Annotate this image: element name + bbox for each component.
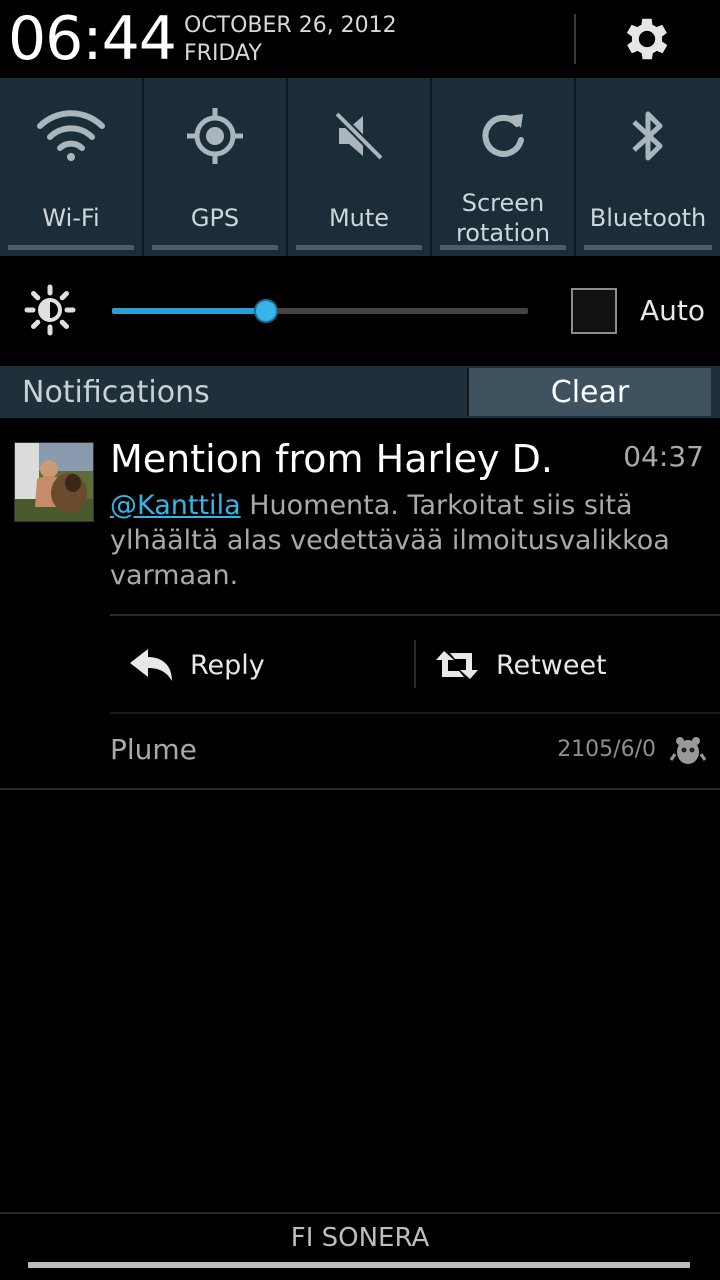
status-header: 06:44 OCTOBER 26, 2012 FRIDAY <box>0 0 720 78</box>
retweet-icon <box>436 651 478 679</box>
reply-label: Reply <box>190 649 265 681</box>
header-divider <box>574 14 576 64</box>
bluetooth-icon <box>632 111 663 161</box>
mention-link[interactable]: @Kanttila <box>110 490 241 521</box>
carrier-label: FI SONERA <box>290 1223 430 1253</box>
bluetooth-label: Bluetooth <box>589 204 707 232</box>
wifi-label: Wi-Fi <box>42 204 100 232</box>
brightness-icon <box>24 284 76 336</box>
avatar <box>14 442 94 522</box>
date-line: OCTOBER 26, 2012 <box>184 13 397 38</box>
avatar-photo <box>15 443 93 521</box>
notifications-title: Notifications <box>22 375 210 410</box>
gps-label: GPS <box>190 204 240 232</box>
wifi-toggle[interactable]: Wi-Fi <box>0 78 144 256</box>
plume-app-icon <box>670 737 706 764</box>
reply-icon <box>130 649 172 681</box>
rotation-indicator <box>440 245 566 250</box>
brightness-slider-fill <box>112 308 266 314</box>
rotation-label-text: Screen rotation <box>455 189 551 247</box>
bluetooth-toggle[interactable]: Bluetooth <box>576 78 720 256</box>
clock: 06:44 <box>8 4 177 74</box>
notifications-header: Notifications Clear <box>0 366 720 418</box>
wifi-icon <box>37 110 105 161</box>
reply-button[interactable]: Reply <box>128 638 265 692</box>
notification-counts: 2105/6/0 <box>557 737 656 762</box>
footer-divider <box>0 1212 720 1214</box>
clear-button[interactable]: Clear <box>467 368 711 416</box>
gps-icon <box>187 108 243 164</box>
date: OCTOBER 26, 2012 FRIDAY <box>184 12 397 68</box>
bluetooth-indicator <box>584 245 712 250</box>
day-line: FRIDAY <box>184 41 262 66</box>
brightness-slider-thumb[interactable] <box>255 301 276 321</box>
notification-title: Mention from Harley D. <box>110 437 553 481</box>
notification-item[interactable]: Mention from Harley D. 04:37 @Kanttila H… <box>0 418 720 790</box>
divider <box>110 712 720 714</box>
action-divider <box>414 640 416 688</box>
mute-toggle[interactable]: Mute <box>288 78 432 256</box>
notification-body: @Kanttila Huomenta. Tarkoitat siis sitä … <box>110 488 700 593</box>
quick-settings-panel: Wi-Fi GPS Mute Screen rotation Bluetooth <box>0 78 720 256</box>
rotation-label: Screen rotation <box>432 186 574 250</box>
app-name: Plume <box>110 733 197 766</box>
mute-indicator <box>296 245 422 250</box>
gps-toggle[interactable]: GPS <box>144 78 288 256</box>
gps-indicator <box>152 245 278 250</box>
auto-brightness-checkbox[interactable] <box>571 288 617 334</box>
drag-handle[interactable] <box>28 1262 690 1268</box>
wifi-indicator <box>8 245 134 250</box>
brightness-slider[interactable] <box>112 301 528 321</box>
notification-time: 04:37 <box>623 440 704 473</box>
divider <box>110 614 720 616</box>
auto-brightness-label: Auto <box>640 294 706 327</box>
settings-button[interactable] <box>604 4 690 74</box>
brightness-row: Auto <box>0 256 720 366</box>
rotation-icon <box>482 114 524 157</box>
mute-label: Mute <box>328 204 390 232</box>
retweet-button[interactable]: Retweet <box>434 638 607 692</box>
rotation-toggle[interactable]: Screen rotation <box>432 78 576 256</box>
retweet-label: Retweet <box>496 649 607 681</box>
mute-icon <box>334 111 384 161</box>
gear-icon <box>626 18 668 60</box>
